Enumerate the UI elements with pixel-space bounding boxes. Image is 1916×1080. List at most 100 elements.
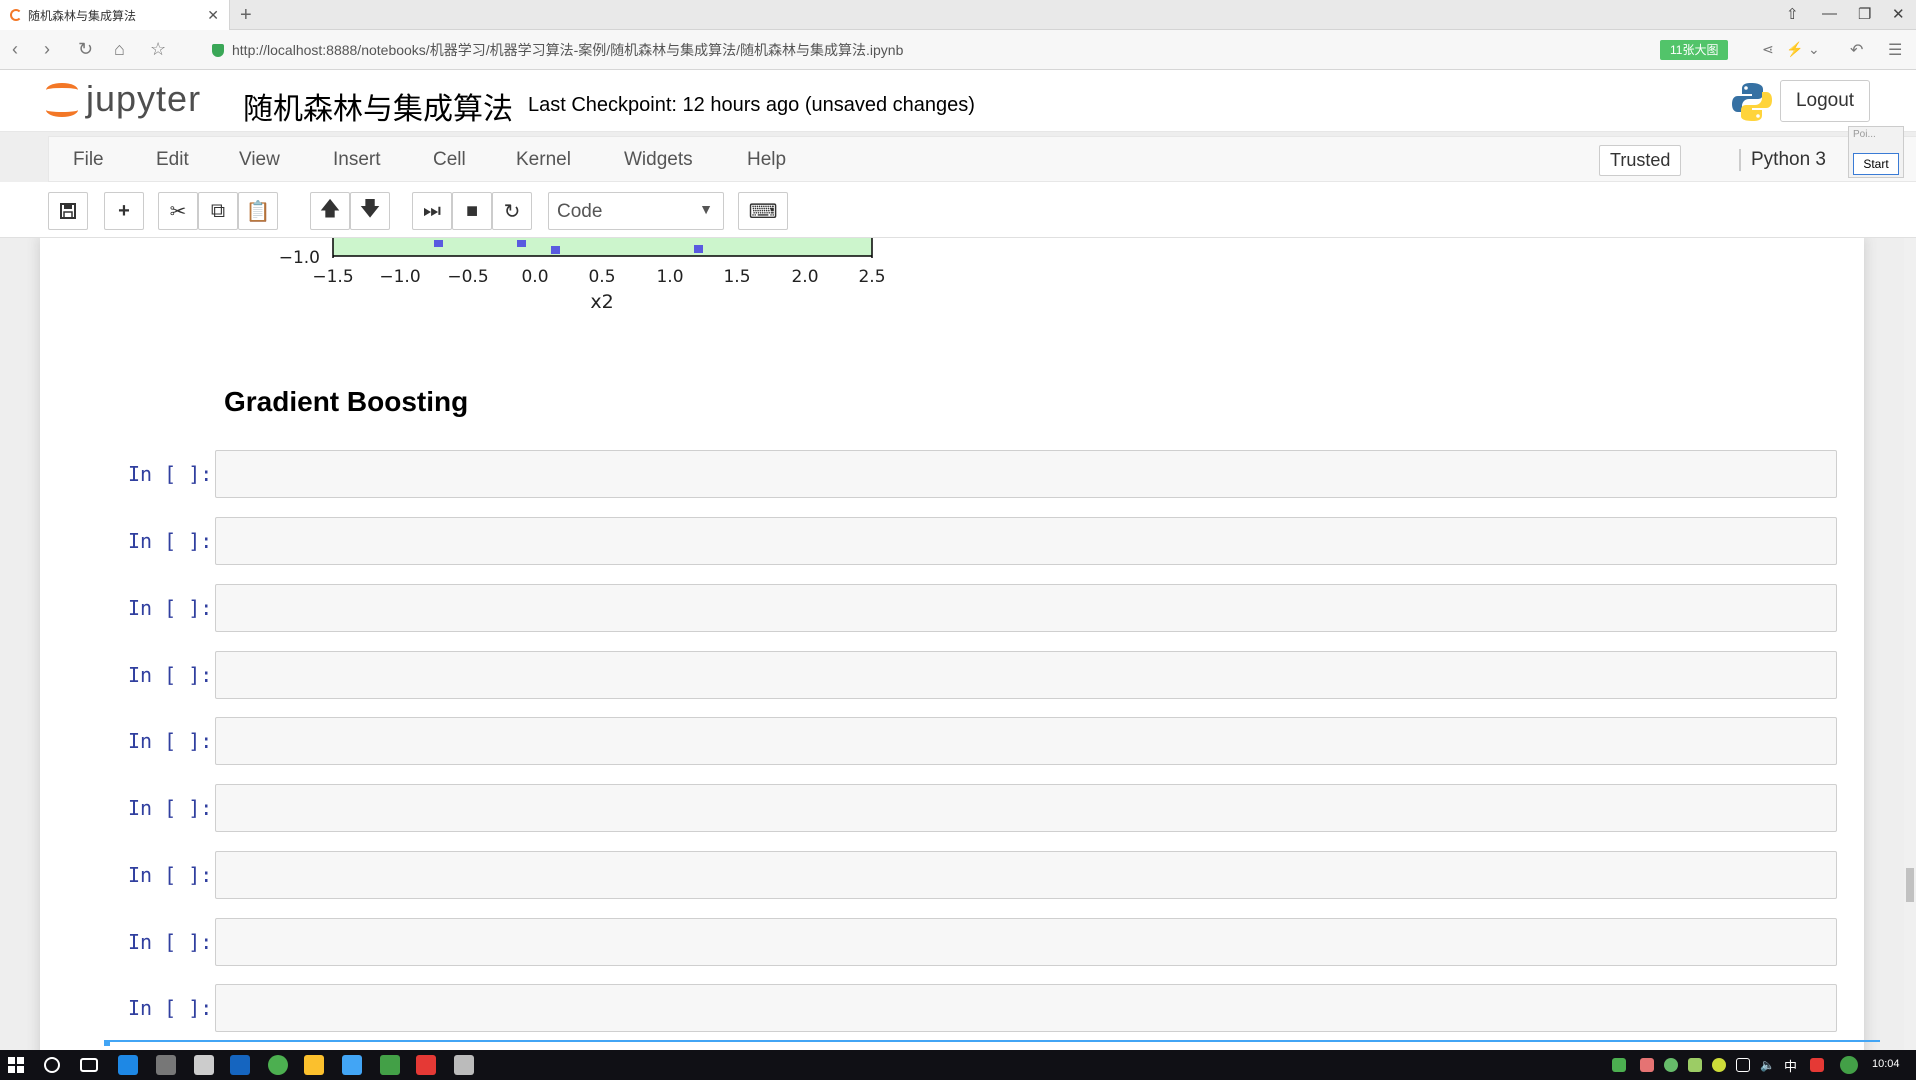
browser-taskbar-icon[interactable] [416,1055,436,1075]
keyboard-icon[interactable]: ⌨ [738,192,788,230]
media-app-icon[interactable] [454,1055,474,1075]
restart-kernel-icon[interactable]: ↻ [492,192,532,230]
window-minimize-icon[interactable]: — [1822,5,1837,22]
back-icon[interactable]: ‹ [12,39,18,60]
reload-icon[interactable]: ↻ [78,39,93,60]
start-button[interactable]: Start [1853,153,1899,175]
tray-shield-icon[interactable] [1688,1058,1702,1072]
pycharm-icon[interactable] [380,1055,400,1075]
menu-file[interactable]: File [73,149,104,171]
window-pin-icon[interactable]: ⇧ [1786,5,1799,23]
cell-type-select[interactable]: Code ▼ [548,192,724,230]
code-cell[interactable]: In [ ]: [40,450,1864,498]
code-input[interactable] [215,851,1837,899]
code-input[interactable] [215,584,1837,632]
plot-point [551,246,560,254]
undo-icon[interactable]: ↶ [1850,40,1863,60]
browser-menu-icon[interactable]: ☰ [1888,40,1902,60]
ime-icon[interactable]: 中 [1784,1056,1798,1074]
code-cell[interactable]: In [ ]: [40,517,1864,565]
scrollbar-thumb[interactable] [1906,868,1914,902]
jupyter-favicon-icon [10,9,22,21]
browser-tab[interactable]: 随机森林与集成算法 ✕ [0,0,230,30]
tray-app-icon[interactable] [1640,1058,1654,1072]
code-cell[interactable]: In [ ]: [40,984,1864,1032]
run-cell-icon[interactable]: ⏭ [412,192,452,230]
url-field[interactable]: http://localhost:8888/notebooks/机器学习/机器学… [212,38,1652,62]
code-input[interactable] [215,984,1837,1032]
plot-point [434,240,443,247]
code-input[interactable] [215,717,1837,765]
code-input[interactable] [215,450,1837,498]
insert-cell-icon[interactable]: + [104,192,144,230]
move-up-icon[interactable]: 🡅 [310,192,350,230]
save-icon[interactable] [48,192,88,230]
menu-cell[interactable]: Cell [433,149,466,171]
page-scrollbar[interactable] [1904,238,1916,1050]
code-input[interactable] [215,918,1837,966]
task-view-icon[interactable] [80,1058,98,1072]
dropdown-chevron-icon[interactable]: ⌄ [1808,41,1820,58]
windows-start-icon[interactable] [8,1057,24,1073]
file-explorer-icon[interactable] [304,1055,324,1075]
menu-insert[interactable]: Insert [333,149,381,171]
tray-plus-icon[interactable] [1712,1058,1726,1072]
forward-icon[interactable]: › [44,39,50,60]
lightning-icon[interactable]: ⚡ [1786,41,1803,58]
menu-view[interactable]: View [239,149,280,171]
home-icon[interactable]: ⌂ [114,39,125,60]
copy-icon[interactable]: ⧉ [198,192,238,230]
volume-icon[interactable]: 🔈 [1760,1058,1775,1072]
tray-nvidia-icon[interactable] [1612,1058,1626,1072]
paste-icon[interactable]: 📋 [238,192,278,230]
jupyter-logo-icon [44,79,80,119]
tray-wechat-icon[interactable] [1664,1058,1678,1072]
menu-widgets[interactable]: Widgets [624,149,693,171]
extension-badge[interactable]: 11张大图 [1660,40,1729,60]
code-input[interactable] [215,651,1837,699]
new-tab-icon[interactable]: + [240,4,252,27]
cut-icon[interactable]: ✂ [158,192,198,230]
window-restore-icon[interactable]: ❐ [1858,5,1871,23]
wechat-icon[interactable] [268,1055,288,1075]
code-cell[interactable]: In [ ]: [40,651,1864,699]
network-icon[interactable] [1736,1058,1750,1072]
menu-edit[interactable]: Edit [156,149,189,171]
app-window-icon[interactable] [342,1055,362,1075]
taskbar-clock[interactable]: 10:04 [1872,1058,1900,1070]
python-logo-icon [1732,83,1772,121]
move-down-icon[interactable]: 🡇 [350,192,390,230]
bookmark-star-icon[interactable]: ☆ [150,39,166,60]
code-input[interactable] [215,784,1837,832]
store-icon[interactable] [156,1055,176,1075]
vscode-icon[interactable] [230,1055,250,1075]
code-cell[interactable]: In [ ]: [40,784,1864,832]
notebook-title[interactable]: 随机森林与集成算法 [243,84,513,128]
notification-badge-icon[interactable] [1840,1056,1858,1074]
tab-close-icon[interactable]: ✕ [207,7,219,24]
menu-help[interactable]: Help [747,149,786,171]
interrupt-kernel-icon[interactable]: ■ [452,192,492,230]
code-cell[interactable]: In [ ]: [40,918,1864,966]
kernel-name: Python 3 [1739,149,1826,171]
trusted-indicator[interactable]: Trusted [1599,145,1682,176]
code-input[interactable] [215,517,1837,565]
code-cell[interactable]: In [ ]: [40,717,1864,765]
floating-widget: Poi... Start [1848,126,1904,178]
code-cell[interactable]: In [ ]: [40,584,1864,632]
mail-icon[interactable] [194,1055,214,1075]
cell-type-value: Code [557,201,603,222]
code-cell[interactable]: In [ ]: [40,851,1864,899]
x-tick-label: 2.0 [791,267,818,287]
tray-sogou-icon[interactable] [1810,1058,1824,1072]
share-icon[interactable]: ⋖ [1762,41,1774,58]
jupyter-logo[interactable]: jupyter [44,78,201,120]
browser-tab-strip: 随机森林与集成算法 ✕ + ⇧ — ❐ ✕ [0,0,1916,30]
search-icon[interactable] [44,1057,60,1073]
window-close-icon[interactable]: ✕ [1892,5,1905,23]
logout-button[interactable]: Logout [1780,80,1870,122]
edge-browser-icon[interactable] [118,1055,138,1075]
x-tick-label: 0.5 [588,267,615,287]
x-tick-label: 0.0 [521,267,548,287]
menu-kernel[interactable]: Kernel [516,149,571,171]
